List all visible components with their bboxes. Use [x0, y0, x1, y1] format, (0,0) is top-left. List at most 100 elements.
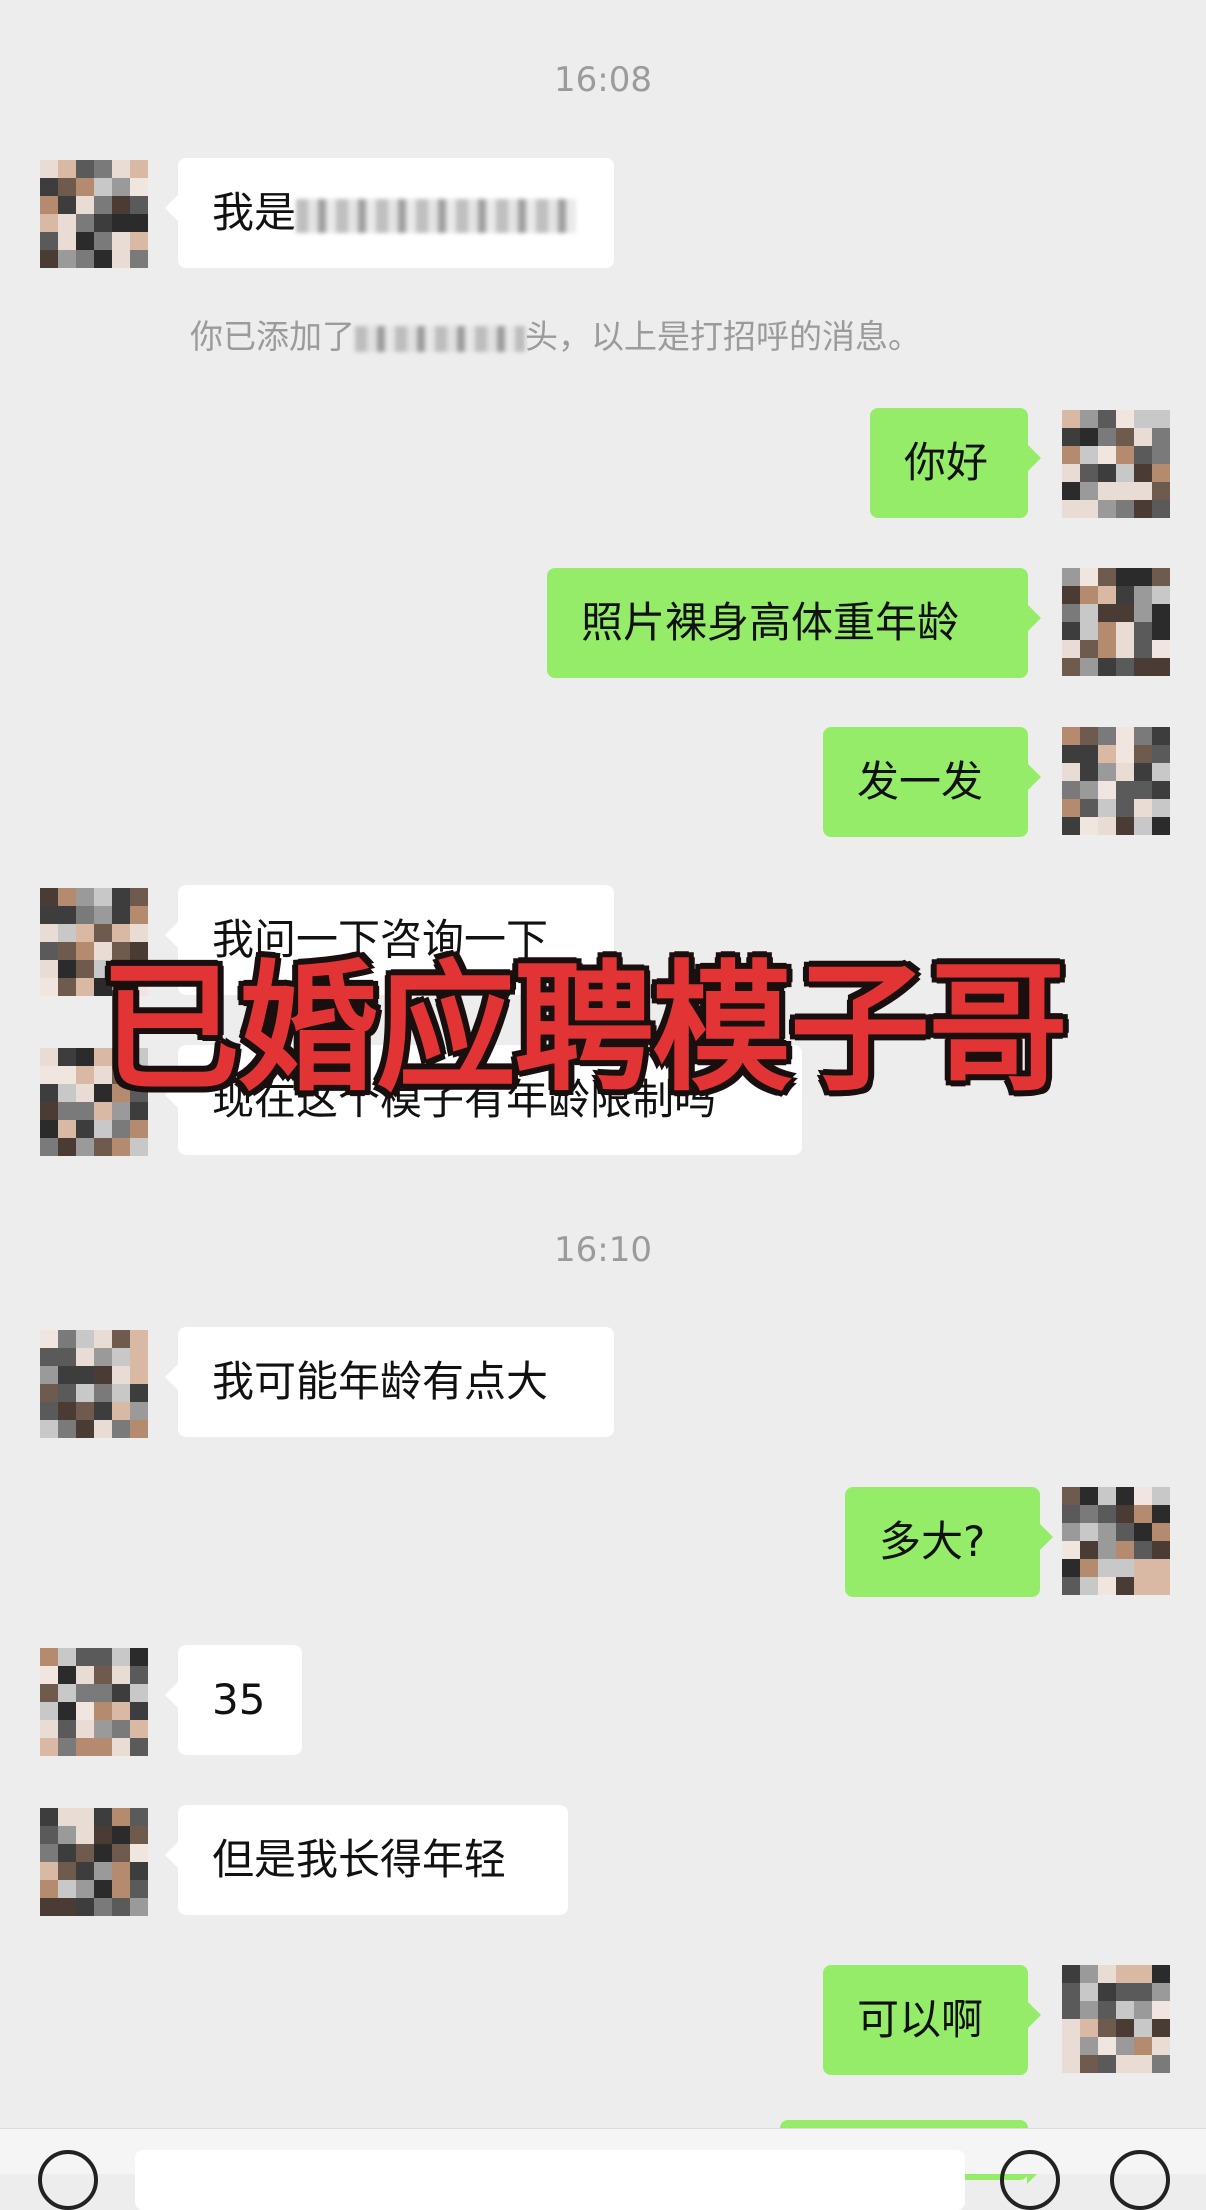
avatar-pixel	[1062, 640, 1080, 658]
avatar-pixel	[1116, 500, 1134, 518]
message-bubble-incoming[interactable]: 但是我长得年轻	[165, 1805, 568, 1915]
avatar-pixel	[40, 1420, 58, 1438]
avatar-pixel	[130, 250, 148, 268]
avatar-pixel	[1098, 781, 1116, 799]
emoji-icon[interactable]	[1000, 2150, 1060, 2210]
avatar-pixel	[130, 1808, 148, 1826]
avatar-pixel	[130, 1366, 148, 1384]
message-bubble-incoming[interactable]: 35	[165, 1645, 302, 1755]
avatar-pixel	[1134, 1505, 1152, 1523]
avatar-pixel	[1134, 1559, 1152, 1577]
avatar-pixel	[1116, 482, 1134, 500]
avatar-pixel	[130, 1138, 148, 1156]
avatar-pixel	[130, 1862, 148, 1880]
message-bubble-outgoing[interactable]: 多大?	[845, 1487, 1053, 1597]
avatar-pixel	[1080, 1505, 1098, 1523]
avatar-pixel	[58, 1048, 76, 1066]
message-bubble-outgoing[interactable]: 发一发	[823, 727, 1041, 837]
avatar-pixel	[76, 1808, 94, 1826]
avatar-pixel	[58, 1066, 76, 1084]
message-bubble-outgoing[interactable]: 照片裸身高体重年龄	[547, 568, 1041, 678]
avatar-pixel	[1134, 446, 1152, 464]
avatar-pixel	[112, 1138, 130, 1156]
avatar-pixel	[112, 214, 130, 232]
avatar-pixel	[130, 1348, 148, 1366]
avatar-pixel	[40, 160, 58, 178]
message-bubble-incoming[interactable]: 我是	[165, 158, 614, 268]
avatar-pixel	[58, 960, 76, 978]
avatar-pixel	[1098, 727, 1116, 745]
message-input[interactable]	[135, 2150, 965, 2210]
avatar-pixel	[130, 196, 148, 214]
avatar-pixel	[1116, 1559, 1134, 1577]
avatar-pixel	[112, 1720, 130, 1738]
message-bubble-outgoing[interactable]: 你好	[870, 408, 1041, 518]
avatar-pixel	[1062, 1577, 1080, 1595]
avatar-pixel	[40, 1880, 58, 1898]
avatar-pixel	[76, 160, 94, 178]
avatar-pixel	[40, 1102, 58, 1120]
avatar-pixel	[58, 1666, 76, 1684]
message-bubble-incoming[interactable]: 我可能年龄有点大	[165, 1327, 614, 1437]
avatar-pixel	[1134, 1487, 1152, 1505]
avatar-pixel	[76, 1048, 94, 1066]
avatar-pixel	[112, 1684, 130, 1702]
timestamp: 16:08	[554, 60, 652, 100]
avatar-pixel	[1134, 817, 1152, 835]
contact-avatar[interactable]	[40, 1330, 148, 1438]
avatar-pixel	[1062, 1505, 1080, 1523]
avatar-pixel	[1080, 1523, 1098, 1541]
contact-avatar[interactable]	[40, 1648, 148, 1756]
avatar-pixel	[94, 1808, 112, 1826]
self-avatar[interactable]	[1062, 1487, 1170, 1595]
avatar-pixel	[130, 1420, 148, 1438]
avatar-pixel	[1134, 1983, 1152, 2001]
avatar-pixel	[112, 250, 130, 268]
avatar-pixel	[112, 906, 130, 924]
contact-avatar[interactable]	[40, 1808, 148, 1916]
message-bubble-outgoing[interactable]: 可以啊	[823, 1965, 1041, 2075]
avatar-pixel	[40, 906, 58, 924]
avatar-pixel	[112, 232, 130, 250]
avatar-pixel	[1080, 1577, 1098, 1595]
contact-avatar[interactable]	[40, 160, 148, 268]
avatar-pixel	[76, 214, 94, 232]
avatar-pixel	[1152, 817, 1170, 835]
avatar-pixel	[1152, 1577, 1170, 1595]
avatar-pixel	[1080, 745, 1098, 763]
avatar-pixel	[130, 1648, 148, 1666]
avatar-pixel	[58, 1880, 76, 1898]
avatar-pixel	[1116, 2055, 1134, 2073]
avatar-pixel	[76, 1120, 94, 1138]
self-avatar[interactable]	[1062, 1965, 1170, 2073]
avatar-pixel	[1080, 586, 1098, 604]
avatar-pixel	[1116, 799, 1134, 817]
avatar-pixel	[112, 1330, 130, 1348]
avatar-pixel	[76, 1420, 94, 1438]
avatar-pixel	[58, 888, 76, 906]
avatar-pixel	[40, 1366, 58, 1384]
avatar-pixel	[94, 1648, 112, 1666]
self-avatar[interactable]	[1062, 568, 1170, 676]
avatar-pixel	[112, 1666, 130, 1684]
avatar-pixel	[58, 1720, 76, 1738]
avatar-pixel	[1062, 464, 1080, 482]
avatar-pixel	[1080, 1541, 1098, 1559]
avatar-pixel	[130, 1738, 148, 1756]
avatar-pixel	[94, 1366, 112, 1384]
avatar-pixel	[1080, 428, 1098, 446]
avatar-pixel	[76, 178, 94, 196]
self-avatar[interactable]	[1062, 410, 1170, 518]
overlay-caption: 已婚应聘模子哥	[100, 948, 1068, 1111]
avatar-pixel	[1152, 1559, 1170, 1577]
avatar-pixel	[94, 1666, 112, 1684]
message-text: 发一发	[857, 757, 984, 806]
more-options-icon[interactable]	[1110, 2150, 1170, 2210]
voice-toggle-icon[interactable]	[38, 2150, 98, 2210]
avatar-pixel	[1062, 2037, 1080, 2055]
avatar-pixel	[1116, 1541, 1134, 1559]
avatar-pixel	[76, 942, 94, 960]
message-text: 但是我长得年轻	[212, 1835, 507, 1884]
self-avatar[interactable]	[1062, 727, 1170, 835]
avatar-pixel	[40, 178, 58, 196]
